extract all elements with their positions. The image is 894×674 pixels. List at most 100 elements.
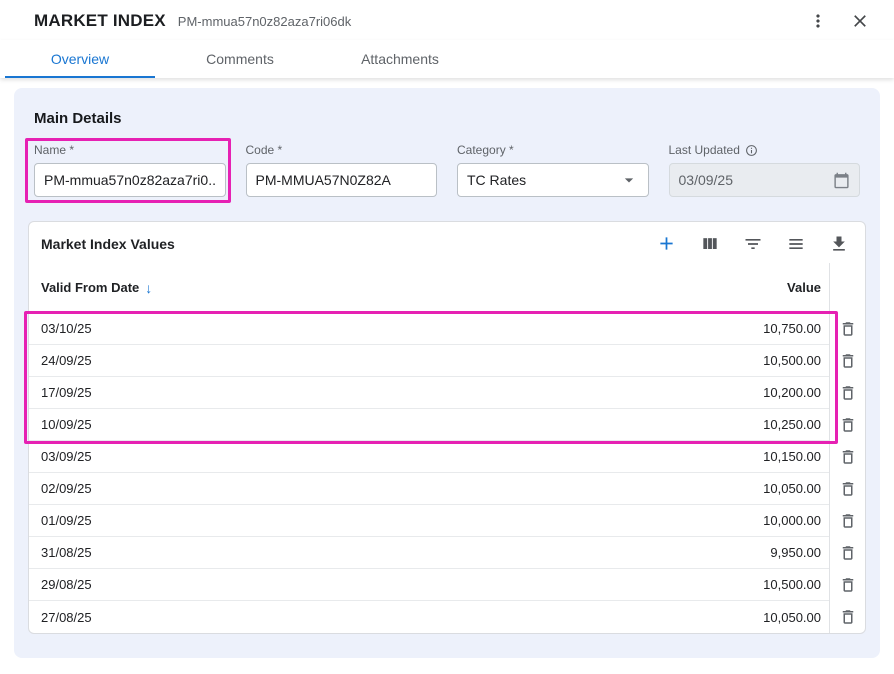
actions-header-spacer: [830, 263, 865, 313]
valid-from-date-cell: 29/08/25: [41, 577, 92, 592]
valid-from-date-cell: 10/09/25: [41, 417, 92, 432]
last-updated-value: 03/09/25: [679, 172, 734, 188]
tab-comments[interactable]: Comments: [160, 40, 320, 78]
trash-icon: [839, 352, 857, 370]
trash-icon: [839, 320, 857, 338]
valid-from-date-cell: 31/08/25: [41, 545, 92, 560]
table-row[interactable]: 27/08/25 10,050.00: [29, 601, 829, 633]
name-field: Name *: [34, 143, 226, 197]
value-cell: 10,500.00: [763, 577, 821, 592]
tab-bar: Overview Comments Attachments: [0, 40, 894, 78]
table-toolbar-icons: [654, 231, 851, 256]
last-updated-field: Last Updated 03/09/25: [669, 143, 861, 197]
delete-row-button[interactable]: [837, 382, 859, 404]
overview-panel: Main Details Name * Code * Category * TC…: [14, 88, 880, 658]
close-button[interactable]: [848, 9, 872, 33]
trash-icon: [839, 448, 857, 466]
category-label: Category *: [457, 143, 649, 157]
valid-from-date-cell: 24/09/25: [41, 353, 92, 368]
tab-attachments[interactable]: Attachments: [320, 40, 480, 78]
table-row[interactable]: 03/09/25 10,150.00: [29, 441, 829, 473]
delete-row-button[interactable]: [837, 606, 859, 628]
table-header-row: Valid From Date ↓ Value: [29, 263, 829, 313]
market-index-values-card: Market Index Values: [28, 221, 866, 634]
delete-row-button[interactable]: [837, 446, 859, 468]
delete-row-button[interactable]: [837, 542, 859, 564]
column-header-value[interactable]: Value: [787, 280, 821, 295]
delete-row-button[interactable]: [837, 414, 859, 436]
table-row[interactable]: 29/08/25 10,500.00: [29, 569, 829, 601]
trash-icon: [839, 416, 857, 434]
delete-row-button[interactable]: [837, 510, 859, 532]
density-icon: [786, 234, 806, 254]
trash-icon: [839, 576, 857, 594]
window-header: MARKET INDEX PM-mmua57n0z82aza7ri06dk: [0, 0, 894, 40]
table-row[interactable]: 03/10/25 10,750.00: [29, 313, 829, 345]
last-updated-label: Last Updated: [669, 143, 861, 157]
value-cell: 10,500.00: [763, 353, 821, 368]
table-row[interactable]: 01/09/25 10,000.00: [29, 505, 829, 537]
filter-button[interactable]: [741, 232, 765, 256]
delete-row-button[interactable]: [837, 318, 859, 340]
code-label: Code *: [246, 143, 438, 157]
value-cell: 10,050.00: [763, 481, 821, 496]
category-field: Category * TC Rates: [457, 143, 649, 197]
delete-row-button[interactable]: [837, 478, 859, 500]
table-row[interactable]: 02/09/25 10,050.00: [29, 473, 829, 505]
value-cell: 10,150.00: [763, 449, 821, 464]
value-cell: 10,000.00: [763, 513, 821, 528]
close-icon: [850, 11, 870, 31]
more-menu-button[interactable]: [806, 9, 830, 33]
record-id: PM-mmua57n0z82aza7ri06dk: [178, 14, 351, 29]
category-select[interactable]: TC Rates: [457, 163, 649, 197]
plus-icon: [656, 233, 677, 254]
column-header-valid-from-date[interactable]: Valid From Date ↓: [41, 280, 152, 295]
table-row[interactable]: 17/09/25 10,200.00: [29, 377, 829, 409]
trash-icon: [839, 608, 857, 626]
table-row[interactable]: 24/09/25 10,500.00: [29, 345, 829, 377]
valid-from-date-cell: 27/08/25: [41, 610, 92, 625]
filter-icon: [743, 234, 763, 254]
code-input[interactable]: [246, 163, 438, 197]
code-field: Code *: [246, 143, 438, 197]
table-main: Valid From Date ↓ Value 03/10/25 10,750.…: [29, 263, 829, 633]
trash-icon: [839, 512, 857, 530]
columns-icon: [700, 234, 720, 254]
trash-icon: [839, 480, 857, 498]
main-details-form: Name * Code * Category * TC Rates Last U…: [34, 143, 860, 197]
calendar-icon: [833, 172, 850, 189]
value-cell: 9,950.00: [770, 545, 821, 560]
table-toolbar: Market Index Values: [29, 222, 865, 263]
table-row[interactable]: 31/08/25 9,950.00: [29, 537, 829, 569]
table-title: Market Index Values: [41, 236, 175, 252]
name-label: Name *: [34, 143, 226, 157]
value-cell: 10,050.00: [763, 610, 821, 625]
add-row-button[interactable]: [654, 231, 679, 256]
columns-button[interactable]: [698, 232, 722, 256]
info-icon[interactable]: [745, 144, 758, 157]
values-table: Valid From Date ↓ Value 03/10/25 10,750.…: [29, 263, 865, 633]
density-button[interactable]: [784, 232, 808, 256]
table-row[interactable]: 10/09/25 10,250.00: [29, 409, 829, 441]
delete-row-button[interactable]: [837, 350, 859, 372]
name-input[interactable]: [34, 163, 226, 197]
tab-overview[interactable]: Overview: [0, 40, 160, 78]
section-title: Main Details: [34, 110, 866, 127]
row-actions-column: [829, 263, 865, 633]
download-button[interactable]: [827, 232, 851, 256]
valid-from-date-cell: 03/10/25: [41, 321, 92, 336]
page-title: MARKET INDEX: [34, 11, 166, 31]
trash-icon: [839, 384, 857, 402]
header-actions: [806, 9, 872, 33]
valid-from-date-cell: 02/09/25: [41, 481, 92, 496]
more-vert-icon: [808, 11, 828, 31]
trash-icon: [839, 544, 857, 562]
download-icon: [829, 234, 849, 254]
value-cell: 10,200.00: [763, 385, 821, 400]
valid-from-date-cell: 17/09/25: [41, 385, 92, 400]
sort-desc-icon[interactable]: ↓: [145, 281, 152, 295]
category-value: TC Rates: [467, 172, 526, 188]
value-cell: 10,250.00: [763, 417, 821, 432]
value-cell: 10,750.00: [763, 321, 821, 336]
delete-row-button[interactable]: [837, 574, 859, 596]
